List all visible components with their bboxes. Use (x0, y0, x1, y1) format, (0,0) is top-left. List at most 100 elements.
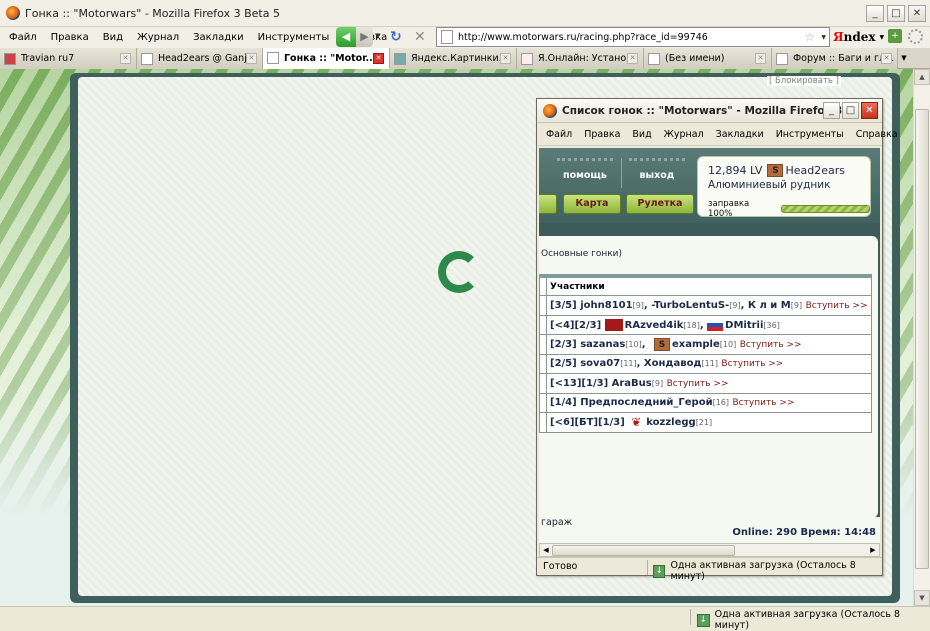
popup-menu-tools[interactable]: Инструменты (770, 129, 850, 140)
tab-yandex-images[interactable]: Яндекс.Картинки... ✕ (390, 48, 517, 69)
online-clock: Online: 290 Время: 14:48 (732, 527, 876, 538)
popup-menu-bookmarks[interactable]: Закладки (710, 129, 770, 140)
participant-name[interactable]: sova07 (580, 358, 620, 369)
tab-travian[interactable]: Travian ru7 ✕ (0, 48, 137, 69)
tab-yandex-online[interactable]: Я.Онлайн: Устано... ✕ (517, 48, 644, 69)
tab-forum[interactable]: Форум :: Баги и гл... ✕ (772, 48, 898, 69)
participant-name[interactable]: kozzlegg (646, 417, 695, 428)
tab-untitled[interactable]: (Без имени) ✕ (644, 48, 772, 69)
stop-icon[interactable]: ✕ (414, 29, 426, 45)
close-tab-icon[interactable]: ✕ (881, 53, 892, 64)
join-race-link[interactable]: Вступить >> (667, 379, 729, 389)
participant-name[interactable]: AraBus (612, 378, 652, 389)
participant-name[interactable]: sazanas (580, 339, 625, 350)
popup-menu-file[interactable]: Файл (537, 129, 578, 140)
tab-head2ears[interactable]: Head2ears @ Ganj... ✕ (137, 48, 263, 69)
popup-download-status[interactable]: ↓ Одна активная загрузка (Осталось 8 мин… (653, 560, 882, 582)
vertical-scrollbar[interactable]: ▲ ▼ (913, 69, 930, 606)
tab-label: Travian ru7 (21, 53, 75, 64)
participant-name[interactable]: DMitrii (725, 320, 763, 331)
popup-menu-view[interactable]: Вид (626, 129, 657, 140)
browser-titlebar: Гонка :: "Motorwars" - Mozilla Firefox 3… (0, 0, 930, 27)
tab-label: (Без имени) (665, 53, 725, 64)
race-info: [1/4] (550, 397, 577, 409)
map-button[interactable]: Карта (563, 194, 621, 214)
join-race-link[interactable]: Вступить >> (733, 398, 795, 408)
history-dropdown-icon[interactable]: ▼ (375, 32, 380, 40)
search-engine[interactable]: Яndex ▼ (833, 27, 885, 47)
scroll-up-icon[interactable]: ▲ (914, 69, 930, 85)
search-dropdown-icon[interactable]: ▼ (880, 34, 885, 41)
maximize-button[interactable]: □ (887, 5, 905, 22)
close-tab-icon[interactable]: ✕ (246, 53, 257, 64)
scroll-thumb[interactable] (915, 109, 929, 569)
scroll-down-icon[interactable]: ▼ (914, 590, 930, 606)
table-header-cell (539, 274, 547, 296)
popup-minimize-button[interactable]: _ (823, 102, 840, 119)
race-info: [<4][2/3] (550, 319, 602, 331)
menu-file[interactable]: Файл (0, 32, 44, 43)
menu-tools[interactable]: Инструменты (251, 32, 337, 43)
popup-maximize-button[interactable]: □ (842, 102, 859, 119)
race-cell (539, 314, 547, 335)
join-race-link[interactable]: Вступить >> (721, 359, 783, 369)
menu-bookmarks[interactable]: Закладки (186, 32, 251, 43)
page-icon (441, 30, 453, 44)
reload-icon[interactable]: ↻ (390, 29, 402, 45)
url-bar[interactable]: http://www.motorwars.ru/racing.php?race_… (436, 27, 830, 47)
help-button[interactable]: помощь (557, 158, 613, 186)
download-status[interactable]: ↓ Одна активная загрузка (Осталось 8 мин… (697, 609, 930, 631)
race-info: [2/3] (550, 338, 577, 350)
popup-menu-help[interactable]: Справка (850, 129, 904, 140)
participant-name[interactable]: john8101 (580, 300, 632, 311)
close-tab-icon[interactable]: ✕ (120, 53, 131, 64)
tab-race[interactable]: Гонка :: "Motor... ✕ (263, 48, 390, 69)
back-button[interactable]: ◀ (336, 27, 356, 47)
bookmark-star-icon[interactable]: ☆ (804, 30, 815, 44)
exit-button[interactable]: выход (629, 158, 685, 186)
popup-menu-edit[interactable]: Правка (578, 129, 626, 140)
popup-close-button[interactable]: ✕ (861, 102, 878, 119)
roulette-button[interactable]: Рулетка (626, 194, 694, 214)
url-text[interactable]: http://www.motorwars.ru/racing.php?race_… (458, 32, 708, 43)
tab-label: Форум :: Баги и гл... (793, 53, 895, 64)
menu-view[interactable]: Вид (96, 32, 130, 43)
scroll-right-icon[interactable]: ▶ (867, 544, 879, 556)
forward-button[interactable]: ▶ (356, 27, 373, 47)
scroll-left-icon[interactable]: ◀ (540, 544, 552, 556)
participant-name[interactable]: -TurboLentuS- (651, 300, 729, 311)
close-tab-icon[interactable]: ✕ (500, 53, 511, 64)
race-cell (539, 373, 547, 394)
minimize-button[interactable]: _ (866, 5, 884, 22)
participant-level: [10] (625, 339, 642, 349)
participant-name[interactable]: RAzved4ik (625, 320, 684, 331)
close-tab-icon[interactable]: ✕ (755, 53, 766, 64)
firefox-logo-icon (543, 103, 557, 118)
tab-label: Гонка :: "Motor... (284, 52, 377, 64)
popup-horizontal-scrollbar[interactable]: ◀ ▶ (539, 543, 880, 557)
url-dropdown-icon[interactable]: ▼ (821, 34, 826, 41)
scroll-thumb[interactable] (552, 545, 735, 556)
participant-level: [11] (701, 359, 718, 369)
participant-name[interactable]: Предпоследний_Герой (580, 397, 712, 408)
participant-name[interactable]: example (672, 339, 720, 350)
garage-link-text[interactable]: гараж (541, 517, 572, 528)
list-all-tabs-icon[interactable]: ▼ (898, 48, 910, 68)
participant-name[interactable]: Хондавод (644, 358, 702, 369)
participant-name[interactable]: К л и М (748, 300, 791, 311)
addon-icon[interactable]: + (888, 29, 902, 43)
join-race-link[interactable]: Вступить >> (740, 340, 802, 350)
block-link[interactable]: [ Блокировать ] (767, 76, 841, 86)
close-tab-icon[interactable]: ✕ (627, 53, 638, 64)
close-tab-icon[interactable]: ✕ (373, 53, 384, 64)
player-name[interactable]: Head2ears (785, 164, 845, 177)
popup-menu-history[interactable]: Журнал (658, 129, 710, 140)
join-race-link[interactable]: Вступить >> (806, 301, 868, 311)
menu-history[interactable]: Журнал (130, 32, 186, 43)
close-window-button[interactable]: ✕ (908, 5, 926, 22)
fuel-bar (780, 205, 870, 213)
race-participants: [<6][БТ][1/3] ❦ kozzlegg[21] (546, 412, 872, 433)
nav-button-partial[interactable] (539, 194, 557, 214)
menu-edit[interactable]: Правка (44, 32, 96, 43)
participant-level: [11] (620, 359, 637, 369)
